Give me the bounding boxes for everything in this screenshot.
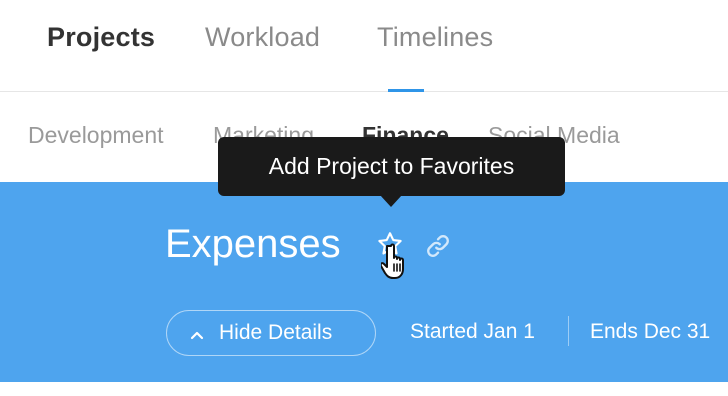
meta-divider <box>568 316 569 346</box>
tooltip-arrow <box>380 195 402 207</box>
hand-pointer-icon <box>379 242 415 282</box>
tab-timelines[interactable]: Timelines <box>377 22 493 53</box>
tab-projects[interactable]: Projects <box>47 22 155 53</box>
project-title: Expenses <box>165 222 341 266</box>
chain-link-icon[interactable] <box>424 232 452 260</box>
top-navigation: Projects Workload Timelines <box>0 0 728 92</box>
project-end-date: Ends Dec 31 <box>590 320 711 343</box>
project-header-banner: Expenses Hide Details Started Jan 1 Ends… <box>0 182 728 382</box>
hide-details-button[interactable]: Hide Details <box>166 310 376 356</box>
hide-details-label: Hide Details <box>219 321 333 344</box>
subtab-development[interactable]: Development <box>28 122 164 149</box>
project-start-date: Started Jan 1 <box>410 320 535 343</box>
chevron-up-icon <box>189 325 205 341</box>
favorites-tooltip: Add Project to Favorites <box>218 137 565 196</box>
tab-workload[interactable]: Workload <box>205 22 320 53</box>
